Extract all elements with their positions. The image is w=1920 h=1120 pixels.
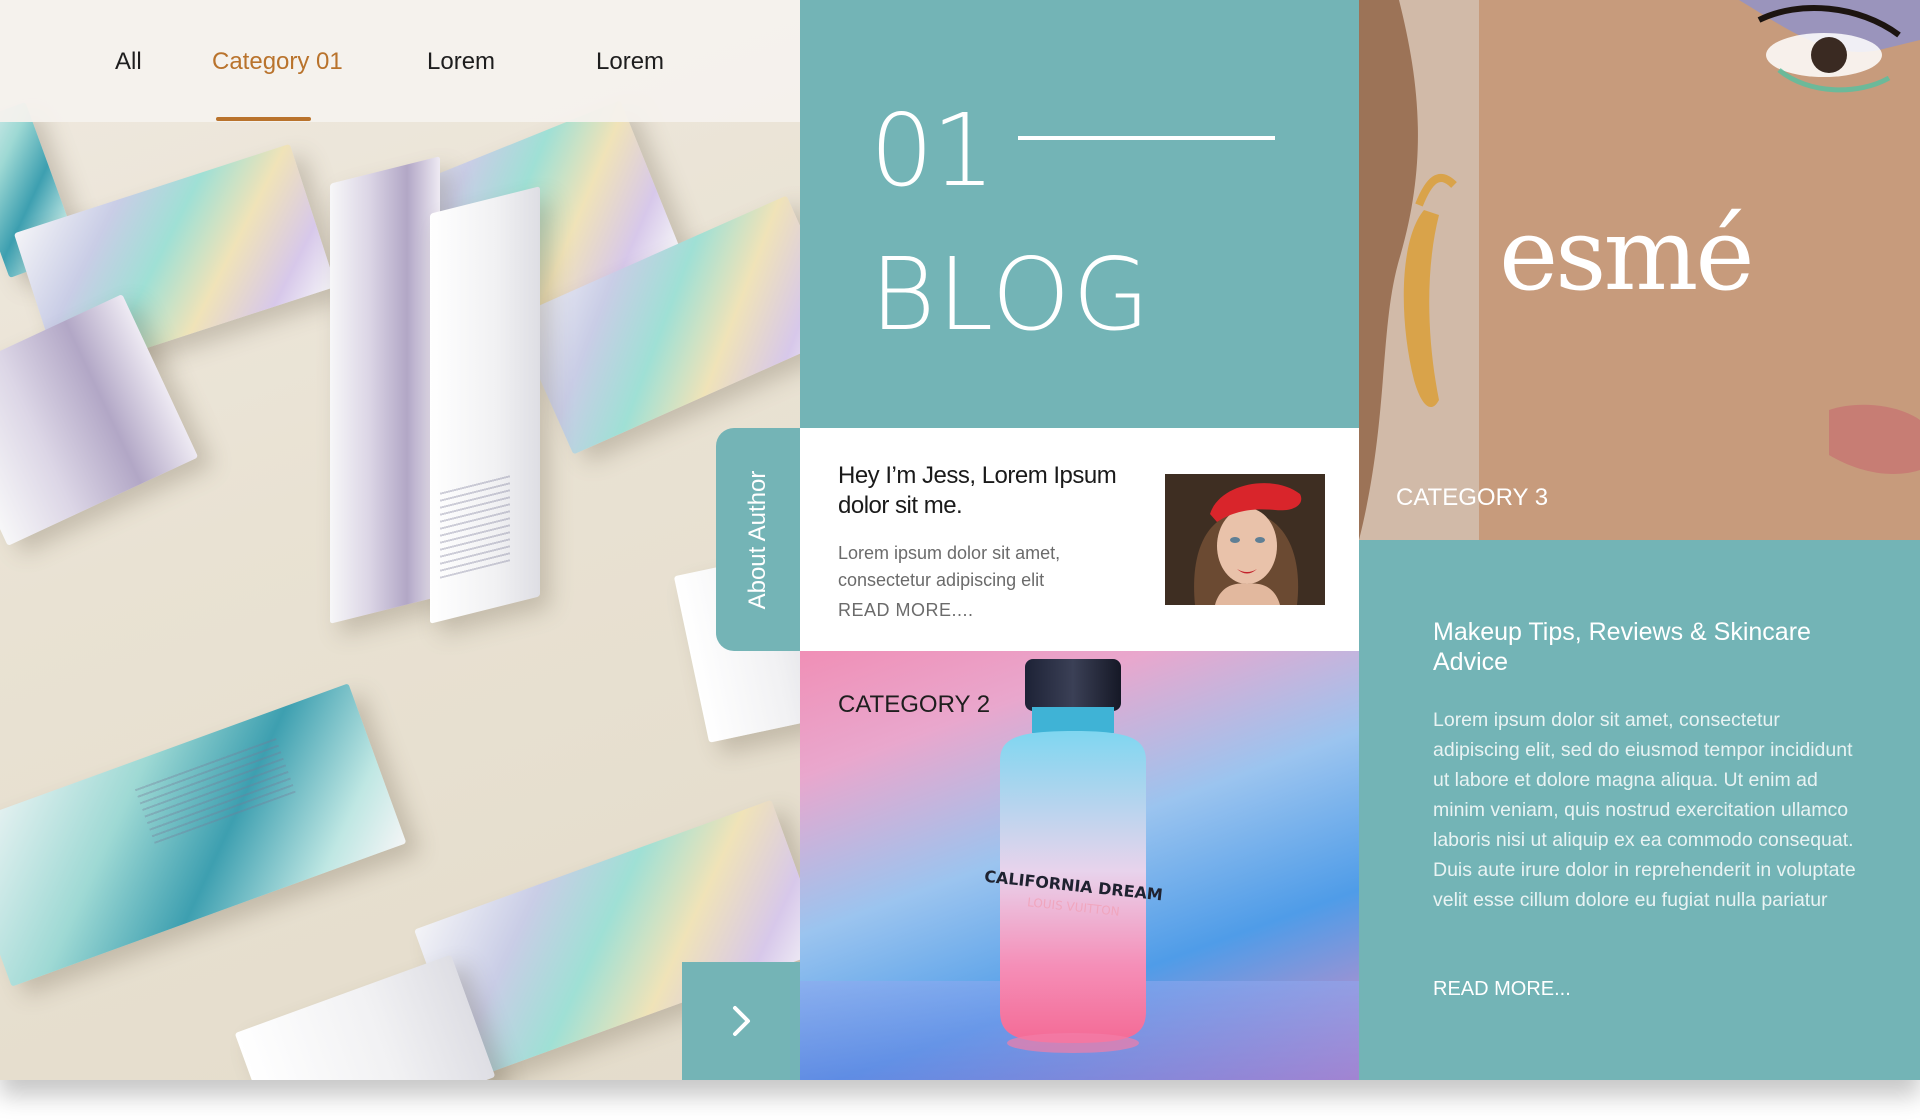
info-panel: Makeup Tips, Reviews & Skincare Advice L… [1359,540,1920,1080]
packaging-hero-image: All Category 01 Lorem Lorem [0,0,800,1080]
category-3-card[interactable]: esmé CATEGORY 3 [1359,0,1920,540]
info-heading: Makeup Tips, Reviews & Skincare Advice [1433,618,1811,676]
info-read-more-link[interactable]: READ MORE... [1433,978,1571,1001]
blog-number: 01 [870,92,995,209]
info-body-text: Lorem ipsum dolor sit amet, consectetur … [1433,709,1856,911]
nav-item-lorem-2[interactable]: Lorem [596,48,664,76]
blog-divider-line [1018,136,1275,140]
author-photo [1165,474,1325,605]
nav-item-all[interactable]: All [115,48,142,76]
package-label-text [440,471,510,579]
package-box [0,683,407,987]
blog-title: BLOG [870,236,1152,353]
chevron-right-icon [733,1006,750,1036]
nav-item-category-01[interactable]: Category 01 [212,48,343,76]
nav-item-lorem-1[interactable]: Lorem [427,48,495,76]
author-card: Hey I’m Jess, Lorem Ipsum dolor sit me. … [800,428,1359,651]
author-card-title: Hey I’m Jess, Lorem Ipsum dolor sit me. [838,462,1117,519]
author-read-more-link[interactable]: READ MORE.... [838,600,974,621]
esme-logo: esmé [1499,196,1755,313]
category-3-label: CATEGORY 3 [1396,484,1549,511]
category-nav: All Category 01 Lorem Lorem [0,0,800,122]
category-2-card[interactable]: CATEGORY 2 CALIFORNIA DREAM LOUIS VUITTO… [800,651,1359,1080]
package-box [330,156,440,624]
blog-hero: 01 BLOG [800,0,1359,428]
about-author-tab[interactable]: About Author [716,428,800,651]
package-box [234,954,496,1080]
perfume-bottle-image: CALIFORNIA DREAM LOUIS VUITTON [800,659,1359,1080]
about-author-label: About Author [744,470,771,609]
active-tab-underline [216,117,311,121]
next-button[interactable] [682,962,800,1080]
blog-page: All Category 01 Lorem Lorem 01 BLOG Abou… [0,0,1920,1080]
author-card-description: Lorem ipsum dolor sit amet, consectetur … [838,543,1061,590]
